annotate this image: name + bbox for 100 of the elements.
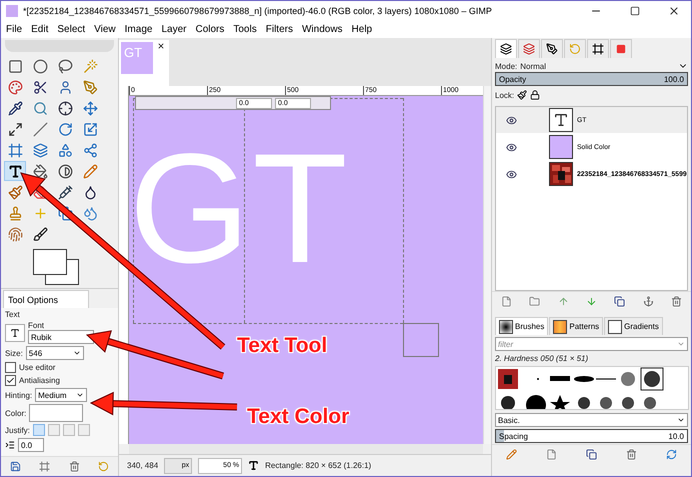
maximize-icon — [630, 6, 640, 16]
checkbox-label: Use editor — [19, 363, 56, 372]
pencil-icon[interactable] — [506, 449, 518, 460]
color-swatches[interactable] — [33, 249, 79, 285]
nodes-icon — [82, 142, 98, 158]
ellipse-select-icon — [32, 58, 48, 74]
stamp-icon — [8, 206, 22, 220]
font-button[interactable] — [5, 324, 25, 342]
check-icon — [6, 376, 15, 385]
caret-icon — [677, 416, 685, 424]
eye-icon[interactable] — [506, 114, 517, 126]
tool-options-tab[interactable]: Tool Options — [3, 290, 89, 308]
menu-item[interactable]: Filters — [266, 24, 293, 35]
delete-icon[interactable] — [671, 296, 682, 307]
paintbrush-icon[interactable] — [517, 90, 528, 100]
field-label: Hinting: — [5, 390, 32, 400]
square-icon — [616, 44, 626, 54]
field-label: Font — [28, 321, 46, 330]
close-icon[interactable] — [157, 42, 165, 50]
indent-icon — [5, 440, 15, 450]
menu-item[interactable]: File — [6, 24, 22, 35]
menu-item[interactable]: Edit — [31, 24, 48, 35]
spinner-icon — [72, 349, 81, 357]
folder-icon[interactable] — [529, 296, 540, 307]
section-label: Text — [5, 310, 21, 319]
menu-item[interactable]: Select — [57, 24, 86, 35]
eye-icon[interactable] — [506, 168, 517, 180]
menu-item[interactable]: Windows — [302, 24, 343, 35]
paths-tab[interactable] — [541, 39, 563, 58]
annotation-label: Text Tool — [237, 334, 328, 358]
menu-item[interactable]: Layer — [161, 24, 186, 35]
text-tool-icon — [8, 164, 22, 178]
menu-item[interactable]: Colors — [195, 24, 224, 35]
font-field[interactable]: Rubik — [28, 330, 94, 344]
file-icon[interactable] — [546, 449, 558, 460]
layers-tab[interactable] — [495, 39, 517, 58]
paintbrush-icon — [8, 184, 22, 200]
panel-tab[interactable]: Brushes — [495, 317, 548, 335]
field-label: Mode: — [495, 62, 518, 70]
save-icon[interactable] — [10, 461, 22, 472]
spacing-slider[interactable]: Spacing 10.0 — [495, 429, 688, 443]
close-icon — [668, 5, 680, 17]
lock-icon[interactable] — [530, 90, 540, 100]
delete-icon[interactable] — [68, 461, 80, 472]
menu-item[interactable]: Help — [352, 24, 372, 35]
text-icon — [10, 328, 20, 338]
menu-item[interactable]: Tools — [233, 24, 257, 35]
layers-icon — [32, 142, 48, 158]
status-message: Rectangle: 820 × 652 (1.26:1) — [265, 461, 372, 470]
eraser-icon — [32, 184, 48, 200]
pipette-icon — [8, 100, 22, 116]
channels-tab[interactable] — [518, 39, 540, 58]
refresh-icon[interactable] — [666, 449, 677, 460]
tool-button[interactable] — [4, 161, 26, 181]
field-label: Size: — [5, 348, 23, 358]
color-button[interactable] — [29, 404, 84, 422]
paint-bucket-icon — [32, 164, 48, 178]
crosshair-icon — [58, 100, 72, 116]
annotation-label: Text Color — [247, 405, 350, 429]
frame-icon — [592, 43, 604, 55]
window-title: *[22352184_123846768334571_5599660798679973888_n] (imported)-46.0 (RGB color, 3 layers) 1080x1080 – GIMP — [23, 6, 493, 16]
pen-icon — [82, 80, 98, 94]
caret-icon — [677, 340, 685, 348]
hinting-dropdown[interactable]: Medium — [35, 388, 88, 402]
eye-icon[interactable] — [506, 142, 517, 152]
delete-icon[interactable] — [626, 449, 637, 460]
anchor-icon[interactable] — [642, 296, 654, 307]
coordinates: 340, 484 — [127, 461, 158, 470]
checkbox[interactable] — [5, 375, 16, 386]
file-icon[interactable] — [500, 296, 512, 307]
panel-tab[interactable]: Patterns — [549, 317, 604, 335]
image-thumbnail: GT — [121, 42, 153, 74]
clone-icon — [58, 206, 72, 220]
checkbox[interactable] — [5, 362, 16, 373]
text-tool-icon — [248, 460, 260, 471]
layers-icon — [523, 43, 535, 55]
lasso-icon — [58, 58, 72, 74]
panel-tab[interactable]: Gradients — [604, 317, 663, 335]
field-label: Justify: — [5, 426, 30, 434]
duplicate-icon[interactable] — [614, 296, 626, 307]
pen-icon — [546, 43, 558, 55]
zoom-icon — [32, 100, 48, 116]
undo-icon — [569, 43, 581, 55]
shapes-icon — [58, 142, 72, 158]
filter-field[interactable]: filter — [495, 337, 688, 351]
duplicate-icon[interactable] — [586, 449, 597, 460]
menu-item[interactable]: Image — [124, 24, 152, 35]
brush-name: 2. Hardness 050 (51 × 51) — [495, 354, 590, 363]
preset-dropdown[interactable]: Basic. — [495, 413, 688, 427]
frame-icon[interactable] — [39, 461, 50, 472]
opacity-slider[interactable]: Opacity 100.0 — [495, 72, 688, 86]
field-label: Color: — [5, 408, 26, 418]
gradient-icon — [58, 164, 72, 178]
indent-field[interactable]: 0.0 — [18, 438, 44, 452]
arrow-down-icon[interactable] — [586, 296, 597, 307]
menu-item[interactable]: View — [94, 24, 116, 35]
text-layer-icon — [553, 112, 569, 128]
panel-tab[interactable] — [587, 39, 609, 58]
syringe-icon — [58, 184, 72, 200]
size-field[interactable]: 546 — [26, 346, 84, 360]
